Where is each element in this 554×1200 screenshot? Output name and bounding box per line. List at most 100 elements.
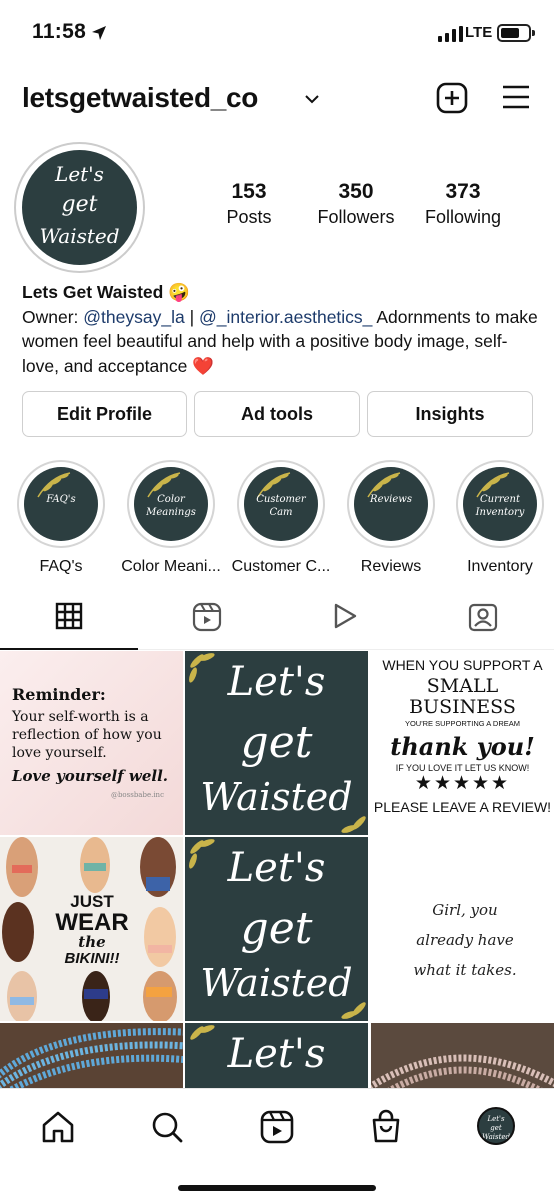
bio-tag-link-2[interactable]: @_interior.aesthetics_ [199,307,372,327]
post-thankyou-line-5: thank you! [390,732,535,761]
bottom-navigation: Let's get Waisted [0,1088,554,1200]
cellular-signal-icon [438,26,464,47]
profile-tab-logo: Let's get Waisted [479,1109,513,1142]
post-reminder-text: Reminder: Your self-worth is a reflectio… [12,685,176,799]
post-reminder-credit: @bossbabe.inc [110,791,164,799]
profile-tab-logo-line-2: get [490,1124,502,1132]
highlight-color-meanings[interactable]: Color Meanings Color Meani... [121,460,221,576]
highlight-label: Customer C... [231,558,331,575]
edit-profile-button[interactable]: Edit Profile [22,391,187,437]
status-bar: 11:58 LTE [0,0,554,66]
post-tile[interactable]: Let's get Waisted [185,651,368,835]
bio-owner-prefix: Owner: [22,306,84,327]
stat-following[interactable]: 373 Following [414,180,512,228]
post-reminder-emphasis: Love yourself well. [12,767,168,785]
highlight-faqs[interactable]: FAQ's FAQ's [11,460,111,576]
post-bikini-line-3: the [78,933,106,951]
profile-tabs [0,594,554,650]
bio-text: Owner: @theysay_la | @_interior.aestheti… [22,305,542,379]
post-tile[interactable]: Let's get Waisted [185,837,368,1021]
post-logo-line-2: get [240,717,313,768]
stat-followers-value: 350 [338,180,374,203]
reels-icon[interactable] [257,1107,297,1147]
avatar-line-2: get [61,192,98,217]
reels-icon [192,602,222,636]
ad-tools-button[interactable]: Ad tools [194,391,360,437]
avatar-line-1: Let's [55,162,104,186]
post-bikini-line-2: WEAR [55,909,129,936]
account-username[interactable]: letsgetwaisted_co [22,82,258,114]
post-tile[interactable]: Reminder: Your self-worth is a reflectio… [0,651,183,835]
highlight-cover: Customer Cam [237,460,325,548]
posts-grid: Reminder: Your self-worth is a reflectio… [0,651,554,1088]
post-thankyou-line-3: BUSINESS [409,696,516,718]
post-thankyou-line-1: WHEN YOU SUPPORT A [382,657,543,673]
highlight-label: Inventory [467,558,533,575]
tagged-user-icon [468,603,498,636]
post-thankyou-line-4: YOU'RE SUPPORTING A DREAM [404,719,521,728]
stat-following-label: Following [424,207,502,227]
post-logo-line-1: Let's [227,1031,326,1077]
post-quote-text: Girl, you already have what it takes. [413,901,517,979]
post-tile[interactable]: Let's [185,1023,368,1088]
bio-tag-link-1[interactable]: @theysay_la [83,307,184,327]
post-logo-line-1: Let's [227,659,326,705]
insights-button[interactable]: Insights [367,391,533,437]
stat-followers[interactable]: 350 Followers [304,180,408,228]
play-icon [331,603,359,634]
highlight-inventory[interactable]: Current Inventory Inventory [450,460,550,576]
avatar-line-3: Waisted [39,224,120,248]
post-logo-line-2: get [240,903,313,954]
tab-videos[interactable] [276,602,414,650]
post-tile[interactable]: WHEN YOU SUPPORT A SMALL BUSINESS YOU'RE… [371,651,554,835]
stat-following-value: 373 [445,180,481,203]
post-logo-line-3: Waisted [200,775,353,819]
search-icon[interactable] [147,1107,187,1147]
avatar-logo: Let's get Waisted [22,150,137,265]
post-tile[interactable]: Girl, you already have what it takes. [371,837,554,1021]
hamburger-menu-icon[interactable] [501,84,531,115]
shop-bag-icon[interactable] [366,1107,406,1147]
highlight-customer-cam[interactable]: Customer Cam Customer C... [231,460,331,576]
network-type: LTE [465,24,493,41]
profile-tab-logo-line-3: Waisted [481,1133,511,1141]
bio-separator: | [184,306,199,327]
stat-posts-value: 153 [231,180,267,203]
highlight-reviews[interactable]: Reviews Reviews [341,460,441,576]
tab-grid[interactable] [0,602,138,650]
highlight-cover-text: Color Meanings [146,494,196,518]
profile-stats: 153 Posts 350 Followers 373 Following [196,180,526,240]
post-bikini-text: JUST WEAR the BIKINI!! [52,893,132,968]
stat-posts-label: Posts [226,207,272,227]
post-tile[interactable] [371,1023,554,1088]
highlight-cover-text: Reviews [370,494,412,505]
stat-posts[interactable]: 153 Posts [196,180,302,228]
home-indicator [178,1185,376,1191]
post-tile[interactable]: JUST WEAR the BIKINI!! [0,837,183,1021]
profile-display-name: Lets Get Waisted 🤪 [22,282,190,302]
post-reminder-body: Your self-worth is a reflection of how y… [12,709,162,761]
home-icon[interactable] [38,1107,78,1147]
post-bikini-line-4: BIKINI!! [64,950,120,967]
profile-avatar-tab[interactable]: Let's get Waisted [477,1107,515,1145]
chevron-down-icon[interactable] [304,92,320,110]
tab-reels[interactable] [138,602,276,650]
highlight-cover-text: FAQ's [46,494,76,505]
post-logo-line-1: Let's [227,845,326,891]
profile-header: letsgetwaisted_co [0,74,554,124]
post-reminder-title: Reminder: [12,685,106,704]
highlight-label: Reviews [360,558,422,575]
location-arrow-icon [90,24,108,47]
post-tile[interactable] [0,1023,183,1088]
post-thankyou-stars: ★★★★★ [414,773,511,794]
tab-tagged[interactable] [414,602,552,650]
profile-avatar[interactable]: Let's get Waisted [14,142,145,273]
waist-beads-photo [371,1054,554,1088]
highlight-cover: Color Meanings [127,460,215,548]
highlight-cover: FAQ's [17,460,105,548]
highlight-cover-text: Current Inventory [475,494,525,518]
highlight-cover: Reviews [347,460,435,548]
new-post-icon[interactable] [436,82,468,119]
post-thankyou-line-7: PLEASE LEAVE A REVIEW! [373,799,552,815]
post-thankyou-line-2: SMALL [426,675,499,697]
